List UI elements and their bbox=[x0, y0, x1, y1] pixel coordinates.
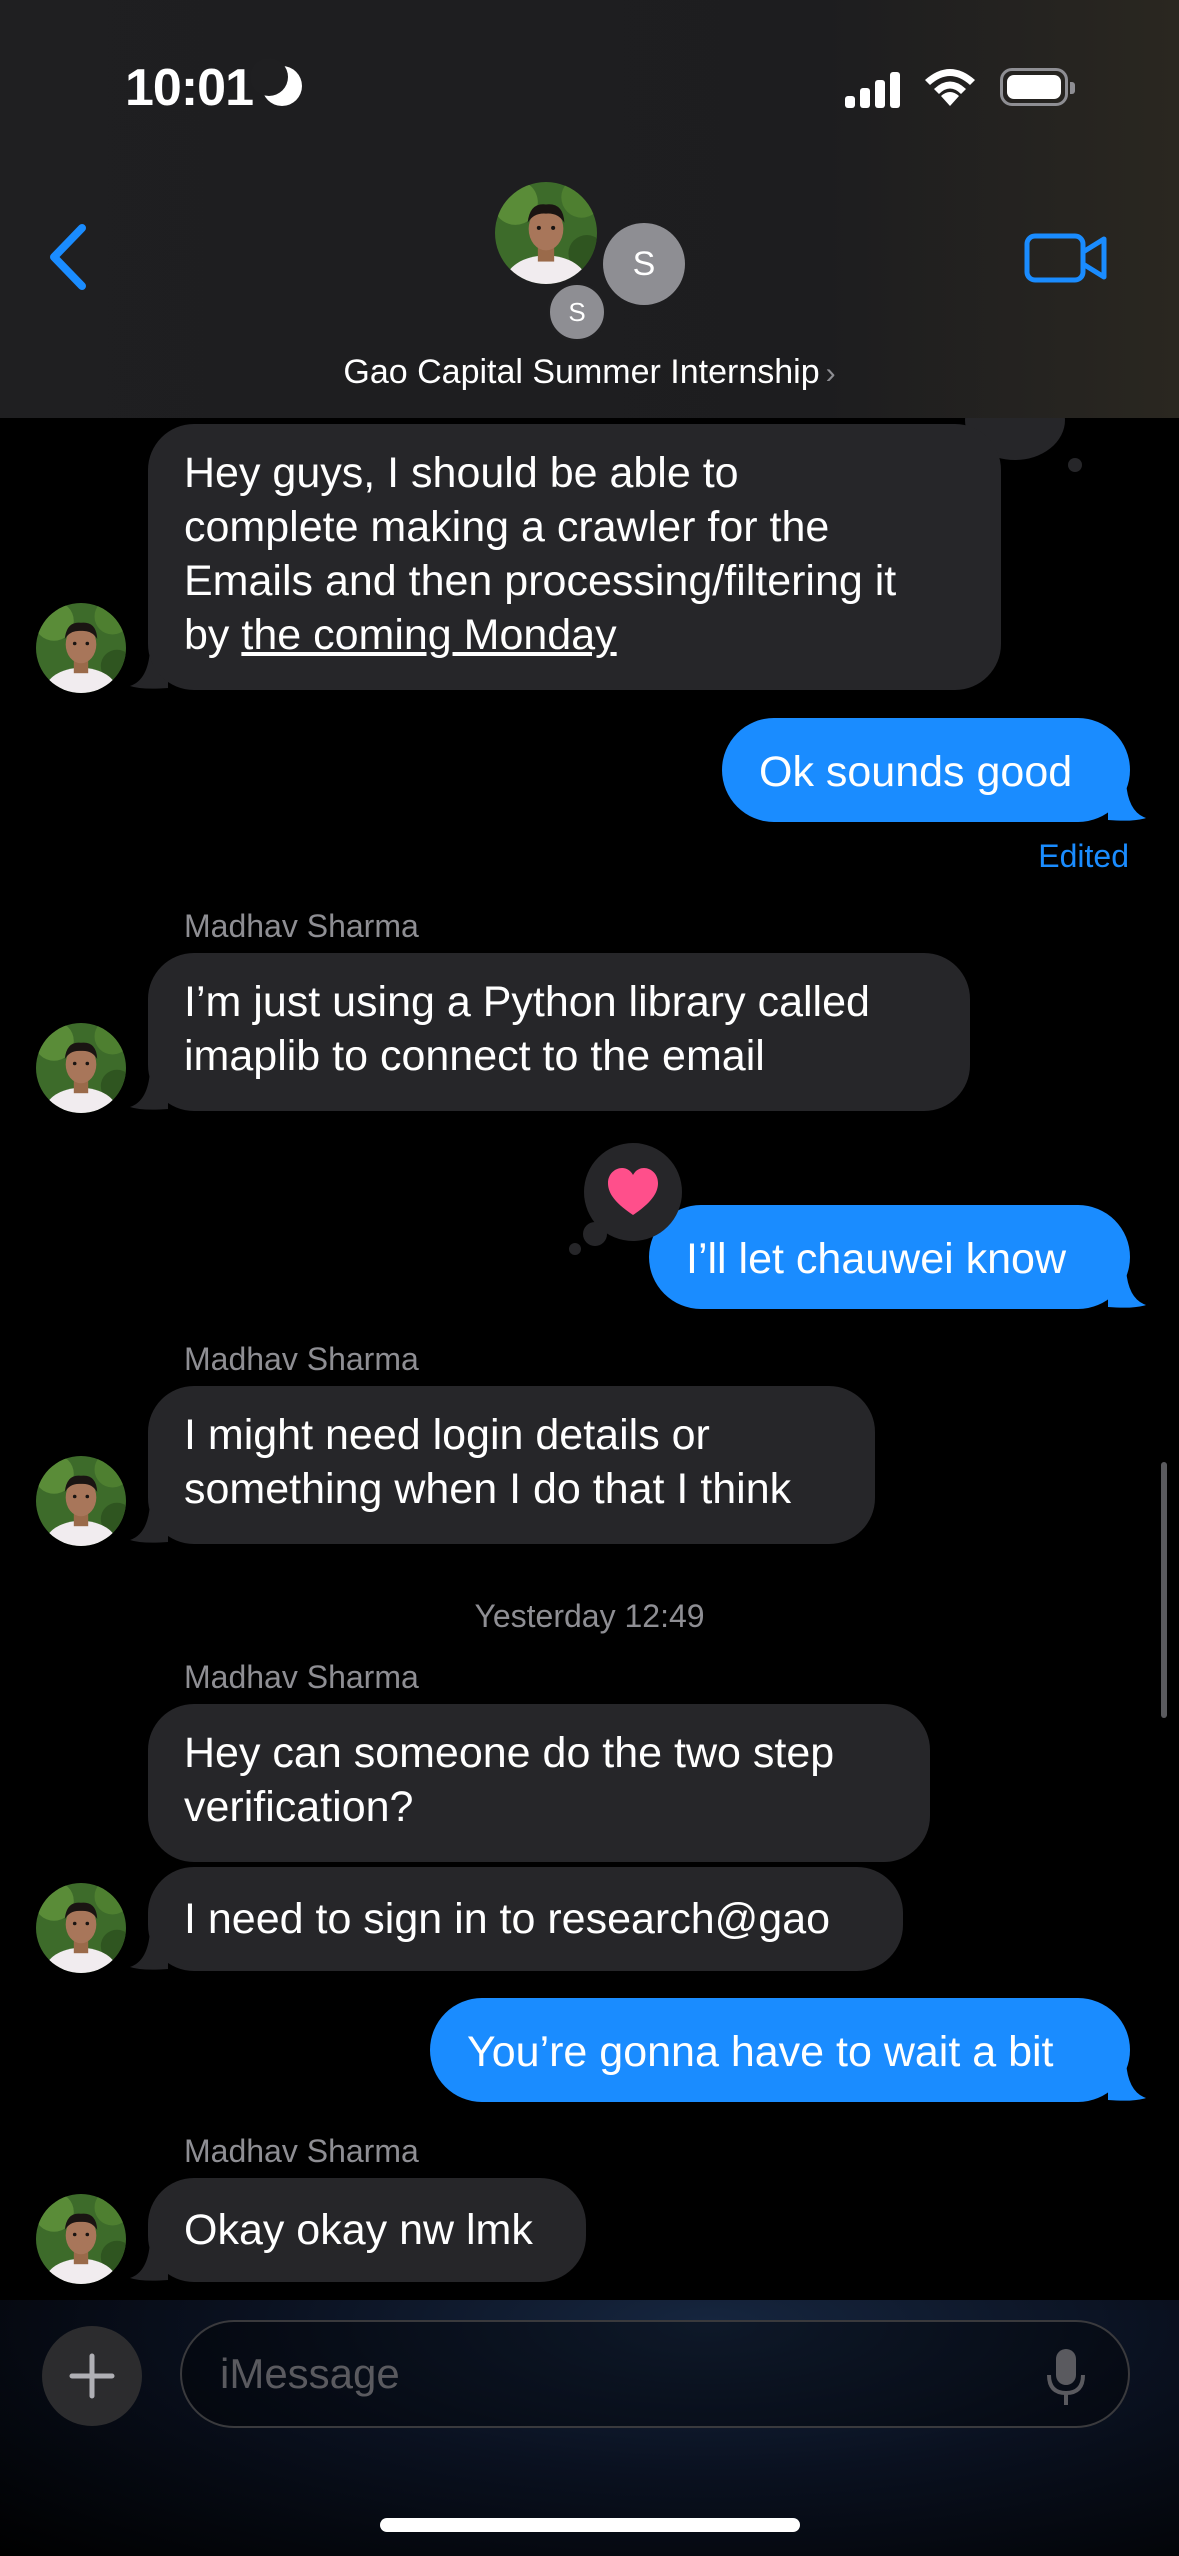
message-line: Emails and then processing/filtering it bbox=[184, 557, 897, 605]
bubble-tail bbox=[1108, 2062, 1146, 2101]
facetime-video-icon[interactable] bbox=[1024, 228, 1108, 288]
date-link[interactable]: the coming Monday bbox=[241, 611, 616, 659]
bubble-tail bbox=[130, 1071, 168, 1110]
chevron-right-icon: › bbox=[825, 357, 836, 390]
bubble-tail bbox=[130, 1931, 168, 1970]
message-line: by the coming Monday bbox=[184, 611, 617, 659]
apps-plus-button[interactable] bbox=[42, 2326, 142, 2426]
reaction-dot bbox=[583, 1222, 607, 1246]
previous-reaction-dot bbox=[1068, 458, 1082, 472]
message-line: verification? bbox=[184, 1783, 414, 1831]
incoming-message-imaplib[interactable]: I’m just using a Python library called i… bbox=[148, 953, 970, 1111]
message-line: something when I do that I think bbox=[184, 1465, 792, 1513]
plus-icon bbox=[69, 2353, 115, 2399]
group-avatar-photo[interactable] bbox=[495, 182, 597, 284]
message-line: Hey can someone do the two step bbox=[184, 1729, 835, 1777]
timestamp: Yesterday 12:49 bbox=[474, 1598, 705, 1634]
group-avatar-initial-large[interactable]: S bbox=[603, 223, 685, 305]
incoming-message-two-step[interactable]: Hey can someone do the two step verifica… bbox=[148, 1704, 930, 1862]
incoming-message-okay[interactable]: Okay okay nw lmk bbox=[148, 2178, 586, 2282]
sender-avatar[interactable] bbox=[36, 1023, 126, 1113]
imessage-input[interactable] bbox=[180, 2320, 1130, 2428]
sender-avatar[interactable] bbox=[36, 1883, 126, 1973]
focus-moon-icon bbox=[250, 58, 302, 106]
group-name[interactable]: Gao Capital Summer Internship › bbox=[0, 353, 1179, 392]
bubble-tail bbox=[1108, 1269, 1146, 1308]
outgoing-message-wait[interactable]: You’re gonna have to wait a bit bbox=[430, 1998, 1130, 2102]
message-line: imaplib to connect to the email bbox=[184, 1032, 765, 1080]
battery-icon bbox=[1000, 68, 1075, 106]
sender-name: Madhav Sharma bbox=[184, 1659, 419, 1695]
microphone-icon[interactable] bbox=[1044, 2347, 1088, 2409]
status-time: 10:01 bbox=[125, 59, 254, 117]
edited-label[interactable]: Edited bbox=[1038, 838, 1129, 875]
sender-name: Madhav Sharma bbox=[184, 2133, 419, 2169]
sender-name: Madhav Sharma bbox=[184, 908, 419, 944]
message-line: complete making a crawler for the bbox=[184, 503, 830, 551]
scrollbar[interactable] bbox=[1161, 1462, 1167, 1718]
cellular-signal-icon bbox=[845, 68, 903, 108]
bubble-tail bbox=[130, 1504, 168, 1543]
bubble-tail bbox=[130, 2242, 168, 2281]
outgoing-message-chauwei[interactable]: I’ll let chauwei know bbox=[649, 1205, 1130, 1309]
conversation-header: 10:01 S S Gao Capital Summer Internship › bbox=[0, 0, 1179, 418]
back-chevron-icon[interactable] bbox=[44, 222, 94, 292]
message-line: I’m just using a Python library called bbox=[184, 978, 870, 1026]
home-indicator[interactable] bbox=[380, 2518, 800, 2532]
incoming-message-login[interactable]: I might need login details or something … bbox=[148, 1386, 875, 1544]
sender-avatar[interactable] bbox=[36, 1456, 126, 1546]
group-name-label: Gao Capital Summer Internship bbox=[343, 353, 820, 391]
sender-avatar[interactable] bbox=[36, 2194, 126, 2284]
sender-name: Madhav Sharma bbox=[184, 1341, 419, 1377]
group-avatar-initial-small[interactable]: S bbox=[547, 282, 607, 342]
wifi-icon bbox=[925, 69, 975, 106]
outgoing-message-ok[interactable]: Ok sounds good bbox=[722, 718, 1130, 822]
reaction-dot bbox=[569, 1243, 581, 1255]
incoming-message-crawler[interactable]: Hey guys, I should be able to complete m… bbox=[148, 424, 1001, 690]
message-line: I might need login details or bbox=[184, 1411, 710, 1459]
sender-avatar[interactable] bbox=[36, 603, 126, 693]
incoming-message-sign-in[interactable]: I need to sign in to research@gao bbox=[148, 1867, 903, 1971]
bubble-tail bbox=[1108, 782, 1146, 821]
message-line: Hey guys, I should be able to bbox=[184, 449, 739, 497]
